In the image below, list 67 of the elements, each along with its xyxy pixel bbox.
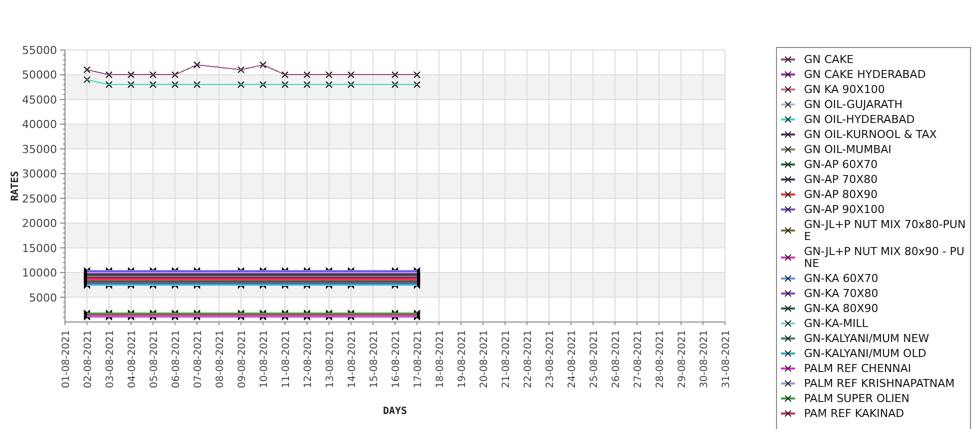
y-tick-label: 30000 (22, 168, 57, 181)
legend-label: GN-JL+P NUT MIX 80x90 - PUNE (804, 246, 966, 270)
x-tick-label: 17-08-2021 (413, 330, 424, 388)
legend-label: GN-KA 80X90 (804, 302, 880, 314)
x-tick-label: 09-08-2021 (237, 330, 248, 388)
x-tick-label: 07-08-2021 (193, 330, 204, 388)
x-tick-label: 08-08-2021 (215, 330, 226, 388)
legend-label: GN-AP 80X90 (804, 188, 879, 200)
legend-label: GN OIL-MUMBAI (804, 144, 892, 156)
y-tick-label: 10000 (22, 266, 57, 280)
x-tick-label: 23-08-2021 (545, 330, 556, 388)
x-tick-label: 30-08-2021 (699, 330, 710, 388)
y-tick-label: 5000 (29, 291, 57, 304)
x-tick-label: 25-08-2021 (589, 330, 600, 388)
x-tick-label: 12-08-2021 (303, 330, 314, 388)
y-tick-label: 45000 (22, 93, 57, 106)
axis-title: RATES (10, 170, 21, 202)
y-tick-label: 40000 (22, 118, 57, 132)
x-tick-label: 05-08-2021 (149, 330, 160, 388)
y-tick-label: 15000 (22, 242, 57, 255)
x-tick-label: 27-08-2021 (633, 330, 644, 388)
legend-label: GN KA 90X100 (804, 84, 886, 96)
x-tick-label: 26-08-2021 (611, 330, 622, 388)
x-tick-label: 22-08-2021 (523, 330, 534, 388)
y-tick-label: 35000 (22, 142, 57, 156)
x-tick-label: 01-08-2021 (61, 330, 72, 388)
legend-label: GN-KA 70X80 (804, 288, 880, 300)
legend-label: GN OIL-KURNOOL & TAX (804, 128, 938, 140)
legend-label: PALM REF CHENNAI (804, 362, 912, 374)
x-tick-label: 20-08-2021 (479, 330, 490, 388)
x-tick-label: 14-08-2021 (347, 330, 358, 388)
x-tick-label: 31-08-2021 (721, 330, 732, 388)
x-tick-label: 11-08-2021 (281, 330, 292, 388)
x-tick-label: 03-08-2021 (105, 330, 116, 388)
x-tick-label: 06-08-2021 (171, 330, 182, 388)
y-tick-label: 25000 (22, 192, 57, 206)
legend-label: PALM REF KRISHNAPATNAM (804, 378, 956, 390)
x-tick-label: 21-08-2021 (501, 330, 512, 388)
legend-label: GN OIL-GUJARATH (804, 98, 904, 110)
legend-label: PALM SUPER OLIEN (804, 392, 911, 404)
x-tick-label: 16-08-2021 (391, 330, 402, 388)
legend-label: GN-KALYANI/MUM NEW (804, 332, 930, 344)
legend-label: PAM REF KAKINAD (804, 408, 906, 420)
x-tick-label: 04-08-2021 (127, 330, 138, 388)
y-tick-label: 20000 (22, 217, 57, 230)
legend-label: GN-KA-MILL (804, 318, 869, 330)
x-tick-label: 15-08-2021 (369, 330, 380, 388)
legend-label: GN CAKE HYDERABAD (804, 68, 927, 80)
y-tick-label: 55000 (22, 44, 57, 57)
legend-label: GN-AP 70X80 (804, 174, 879, 186)
legend-label: GN CAKE (804, 54, 855, 66)
x-tick-label: 13-08-2021 (325, 330, 336, 388)
x-tick-label: 28-08-2021 (655, 330, 666, 388)
legend-label: GN-KALYANI/MUM OLD (804, 348, 928, 360)
x-tick-label: 24-08-2021 (567, 330, 578, 388)
legend-label: GN-JL+P NUT MIX 70x80-PUNE (804, 218, 967, 242)
x-tick-label: 29-08-2021 (677, 330, 688, 388)
legend-label: GN-AP 90X100 (804, 204, 886, 216)
x-tick-label: 19-08-2021 (457, 330, 468, 388)
axis-title: DAYS (382, 406, 408, 417)
x-tick-label: 18-08-2021 (435, 330, 446, 388)
legend-label: GN-KA 60X70 (804, 272, 880, 284)
legend-label: GN OIL-HYDERABAD (804, 114, 916, 126)
x-tick-label: 02-08-2021 (83, 330, 94, 388)
legend-label: GN-AP 60X70 (804, 158, 879, 170)
x-tick-label: 10-08-2021 (259, 330, 270, 388)
y-tick-label: 50000 (22, 68, 57, 82)
